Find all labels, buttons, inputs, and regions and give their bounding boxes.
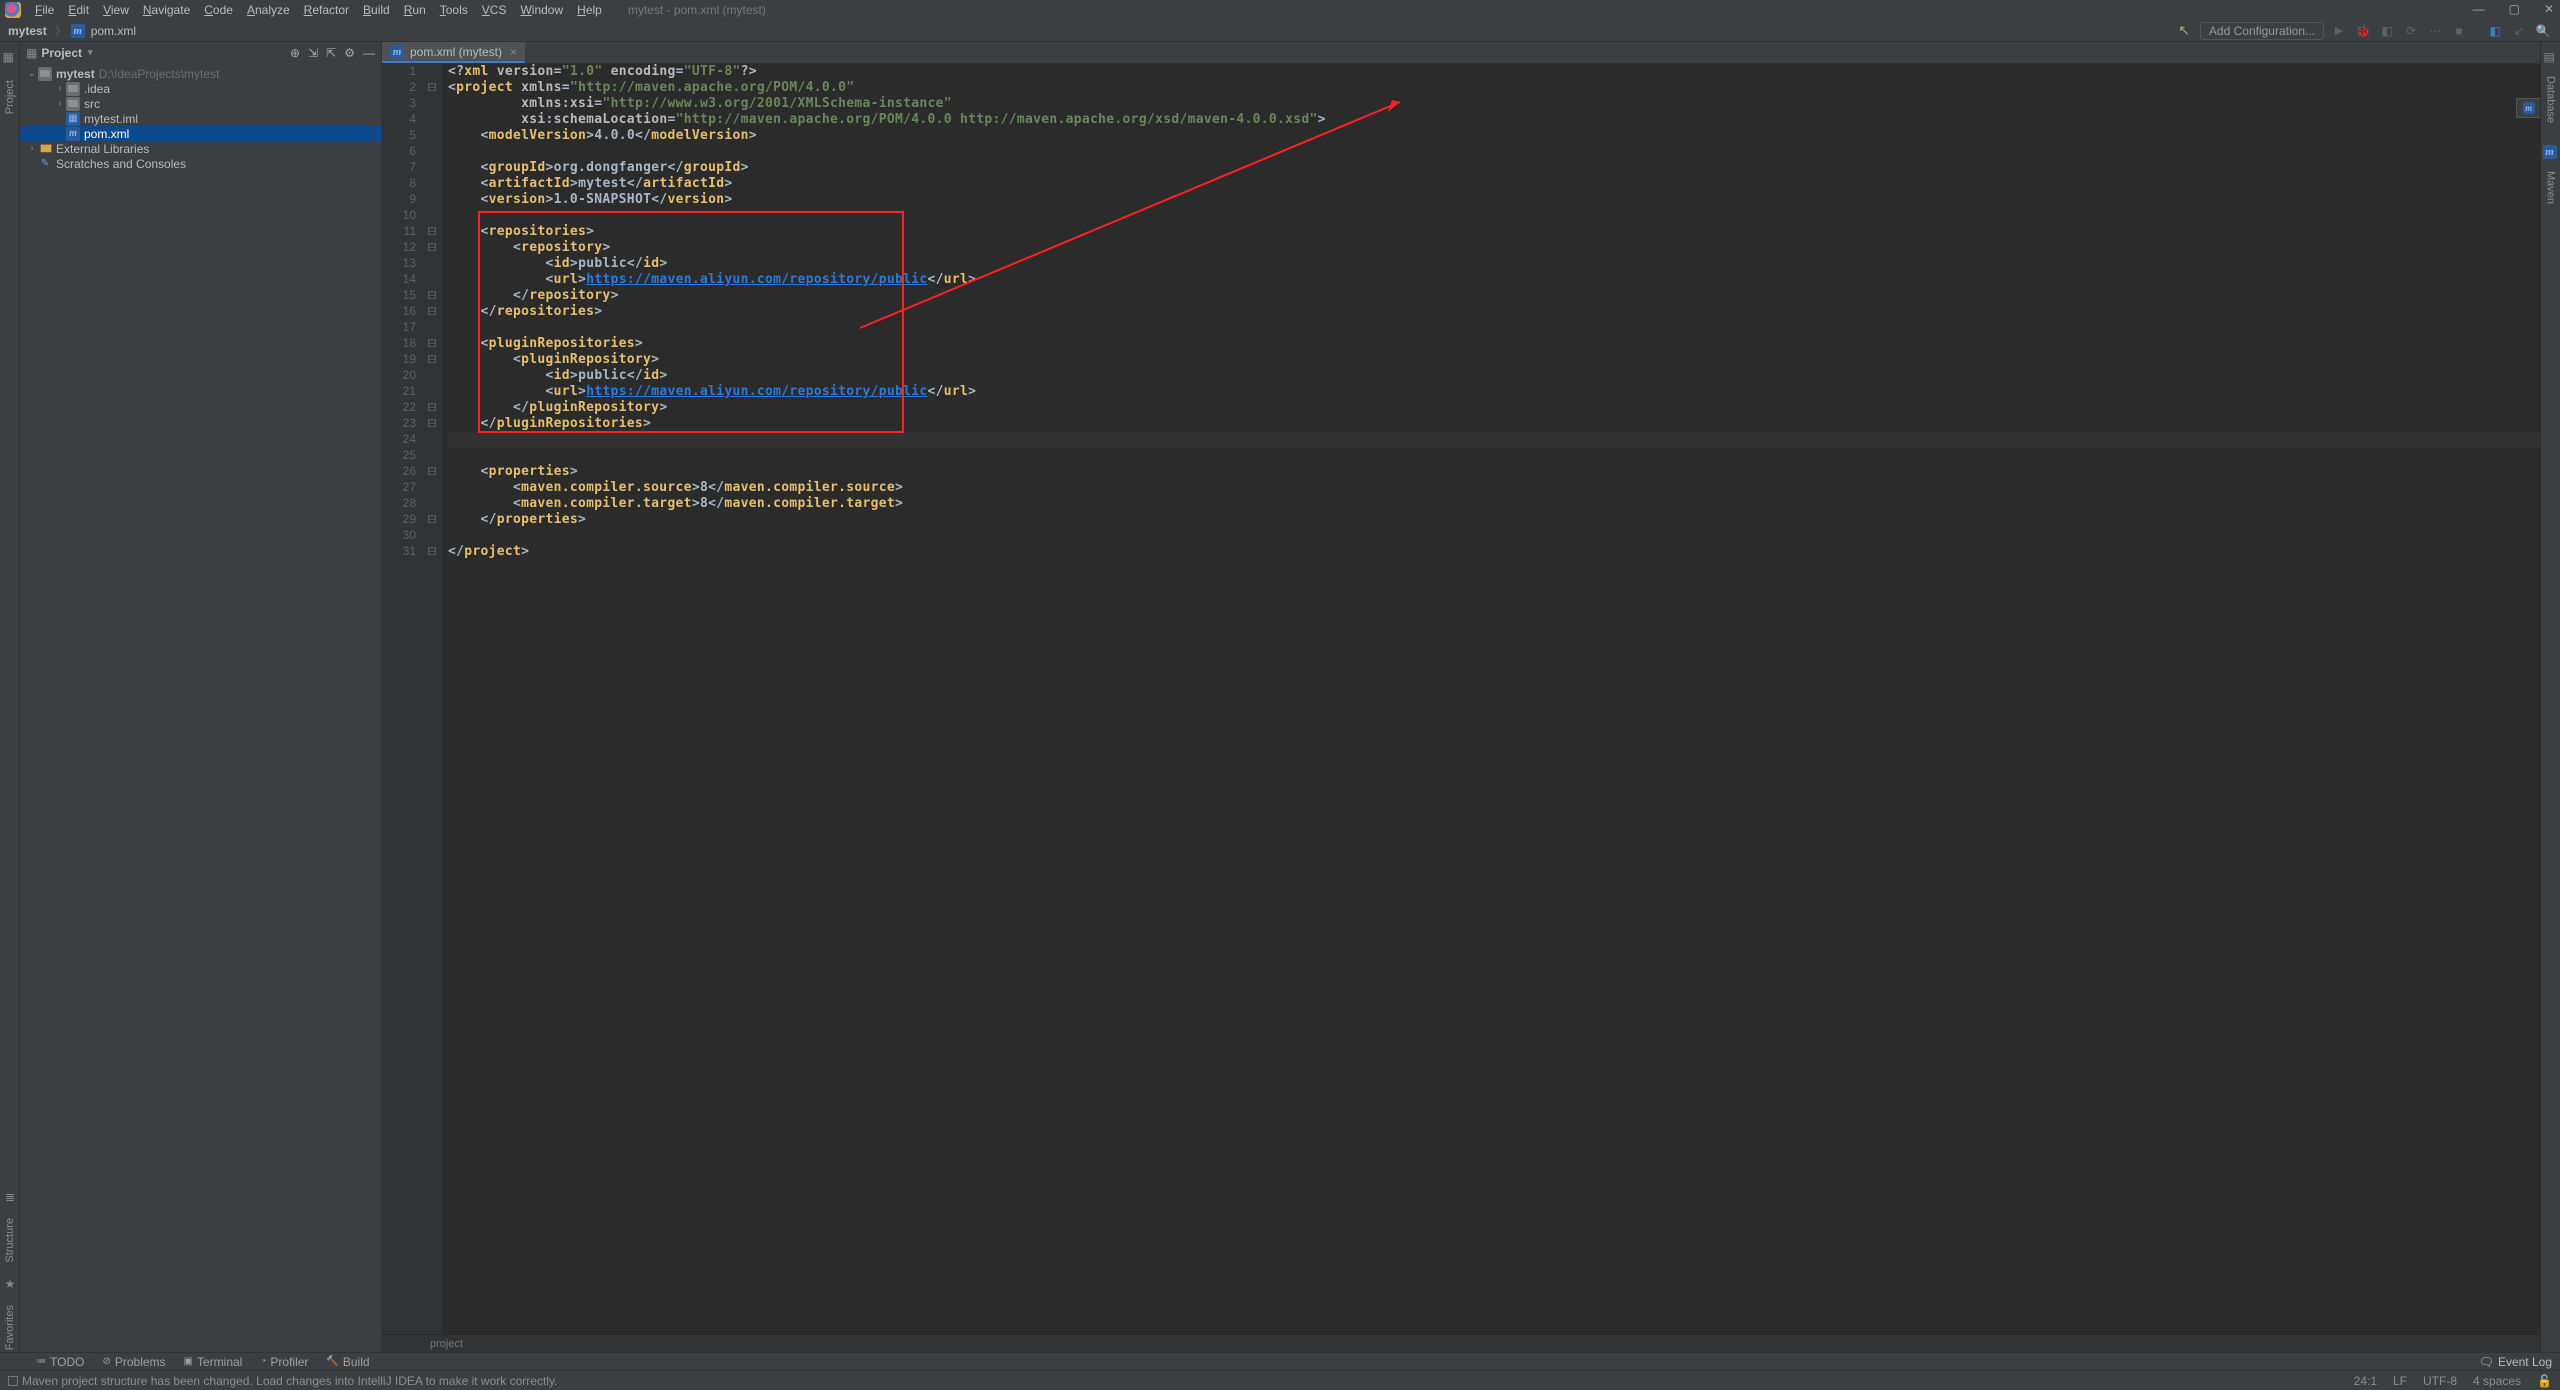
tab-close-icon[interactable]: × xyxy=(510,45,517,59)
menu-code[interactable]: Code xyxy=(198,1,239,19)
tree-item-pom-xml[interactable]: mpom.xml xyxy=(20,126,381,141)
editor-body[interactable]: 1234567891011121314151617181920212223242… xyxy=(382,64,2540,1334)
tools-bar: ≔TODO ⊘Problems ▣Terminal ◔Profiler 🔨Bui… xyxy=(0,1352,2560,1370)
left-tool-strip: ▦ Project xyxy=(0,42,20,1352)
main-area: ▦ Project ▦ Project ⊕ ⇲ ⇱ ⚙ — mytestD:\I… xyxy=(0,42,2560,1352)
maven-file-icon: m xyxy=(71,24,85,38)
structure-tool-icon: ≣ xyxy=(5,1190,15,1204)
line-separator[interactable]: LF xyxy=(2393,1374,2407,1388)
right-tool-strip: ▤ Database m Maven xyxy=(2540,42,2560,1352)
build-tool-button[interactable]: 🔨Build xyxy=(326,1355,369,1369)
locate-icon[interactable]: ⊕ xyxy=(290,46,300,60)
menu-edit[interactable]: Edit xyxy=(62,1,95,19)
database-tool-label[interactable]: Database xyxy=(2545,76,2557,123)
line-number-gutter: 1234567891011121314151617181920212223242… xyxy=(382,64,422,1334)
menu-refactor[interactable]: Refactor xyxy=(298,1,355,19)
collapse-all-icon[interactable]: ⇱ xyxy=(326,46,336,60)
menu-analyze[interactable]: Analyze xyxy=(241,1,296,19)
menu-file[interactable]: File xyxy=(29,1,60,19)
maven-file-icon: m xyxy=(390,45,404,59)
menu-window[interactable]: Window xyxy=(514,1,569,19)
editor-breadcrumb-item[interactable]: project xyxy=(430,1338,463,1350)
menu-run[interactable]: Run xyxy=(398,1,432,19)
maximize-icon[interactable]: ▢ xyxy=(2509,2,2520,16)
debug-icon[interactable]: 🐞 xyxy=(2354,22,2372,40)
profile-icon[interactable]: ⟳ xyxy=(2402,22,2420,40)
menu-vcs[interactable]: VCS xyxy=(476,1,513,19)
left-tool-strip-bottom: ≣ Structure ★ Favorites xyxy=(0,1190,20,1350)
editor-tabs: m pom.xml (mytest) × xyxy=(382,42,2540,64)
update-icon[interactable]: ↙ xyxy=(2510,22,2528,40)
build-icon[interactable]: ↖ xyxy=(2178,22,2190,39)
hide-panel-icon[interactable]: — xyxy=(363,46,375,60)
tree-item-mytest-iml[interactable]: ▦mytest.iml xyxy=(20,111,381,126)
menu-view[interactable]: View xyxy=(97,1,135,19)
git-icon[interactable]: ◧ xyxy=(2486,22,2504,40)
breadcrumb-sep: 〉 xyxy=(55,22,67,39)
notification-thumbnail[interactable]: m × xyxy=(2516,98,2540,118)
todo-tool-button[interactable]: ≔TODO xyxy=(36,1355,84,1369)
breadcrumb-bar: mytest 〉 m pom.xml ↖ Add Configuration..… xyxy=(0,20,2560,42)
caret-position[interactable]: 24:1 xyxy=(2354,1374,2377,1388)
editor-tab-active[interactable]: m pom.xml (mytest) × xyxy=(382,42,525,63)
tree-item--idea[interactable]: .idea xyxy=(20,81,381,96)
project-tool-icon: ▦ xyxy=(3,50,17,64)
menu-tools[interactable]: Tools xyxy=(434,1,474,19)
status-bar: Maven project structure has been changed… xyxy=(0,1370,2560,1390)
indent-setting[interactable]: 4 spaces xyxy=(2473,1374,2521,1388)
fold-gutter[interactable]: ⊟⊟⊟⊟⊟⊟⊟⊟⊟⊟⊟⊟ xyxy=(422,64,442,1334)
database-tool-icon: ▤ xyxy=(2544,50,2558,64)
coverage-icon[interactable]: ◧ xyxy=(2378,22,2396,40)
tree-scratches[interactable]: Scratches and Consoles xyxy=(20,156,381,171)
project-view-combo[interactable]: Project xyxy=(41,46,92,60)
code-editor[interactable]: ✔ m × <?xml version="1.0" encoding="UTF-… xyxy=(442,64,2540,1334)
tree-project-root[interactable]: mytestD:\IdeaProjects\mytest xyxy=(20,66,381,81)
window-title: mytest - pom.xml (mytest) xyxy=(628,3,766,17)
favorites-tool-icon: ★ xyxy=(5,1277,16,1291)
tool-window-button[interactable] xyxy=(8,1376,18,1386)
menu-build[interactable]: Build xyxy=(357,1,396,19)
editor-breadcrumb[interactable]: project xyxy=(382,1334,2540,1352)
settings-gear-icon[interactable]: ⚙ xyxy=(344,46,355,60)
menu-help[interactable]: Help xyxy=(571,1,608,19)
search-everywhere-icon[interactable]: 🔍 xyxy=(2534,22,2552,40)
tree-external-libraries[interactable]: External Libraries xyxy=(20,141,381,156)
breadcrumb-file[interactable]: pom.xml xyxy=(87,24,140,38)
menu-bar: FileEditViewNavigateCodeAnalyzeRefactorB… xyxy=(0,0,2560,20)
maven-tool-icon: m xyxy=(2543,145,2557,159)
status-message: Maven project structure has been changed… xyxy=(22,1374,557,1388)
editor-tab-label: pom.xml (mytest) xyxy=(410,45,502,59)
window-controls[interactable]: — ▢ ✕ xyxy=(2473,2,2554,16)
add-configuration-button[interactable]: Add Configuration... xyxy=(2200,22,2324,40)
structure-tool-label[interactable]: Structure xyxy=(4,1218,16,1263)
project-tool-label[interactable]: Project xyxy=(4,80,16,114)
editor-area: m pom.xml (mytest) × 1234567891011121314… xyxy=(382,42,2540,1352)
stop-icon[interactable]: ■ xyxy=(2450,22,2468,40)
expand-all-icon[interactable]: ⇲ xyxy=(308,46,318,60)
project-panel-header: ▦ Project ⊕ ⇲ ⇱ ⚙ — xyxy=(20,42,381,64)
tree-item-src[interactable]: src xyxy=(20,96,381,111)
project-tree[interactable]: mytestD:\IdeaProjects\mytest.ideasrc▦myt… xyxy=(20,64,381,1352)
app-logo-icon xyxy=(5,2,21,18)
event-log-button[interactable]: 🗨Event Log xyxy=(2479,1355,2552,1369)
problems-tool-button[interactable]: ⊘Problems xyxy=(102,1355,165,1369)
profiler-tool-button[interactable]: ◔Profiler xyxy=(260,1355,308,1369)
terminal-tool-button[interactable]: ▣Terminal xyxy=(184,1355,243,1369)
readonly-lock-icon[interactable]: 🔓 xyxy=(2537,1374,2552,1388)
breadcrumb-root[interactable]: mytest xyxy=(0,24,51,38)
minimize-icon[interactable]: — xyxy=(2473,2,2485,16)
run-icon[interactable]: ▶ xyxy=(2330,22,2348,40)
menu-navigate[interactable]: Navigate xyxy=(137,1,196,19)
favorites-tool-label[interactable]: Favorites xyxy=(4,1305,16,1350)
maven-tool-label[interactable]: Maven xyxy=(2545,171,2557,204)
close-icon[interactable]: ✕ xyxy=(2544,2,2554,16)
project-panel: ▦ Project ⊕ ⇲ ⇱ ⚙ — mytestD:\IdeaProject… xyxy=(20,42,382,1352)
file-encoding[interactable]: UTF-8 xyxy=(2423,1374,2457,1388)
attach-icon[interactable]: ⋯ xyxy=(2426,22,2444,40)
